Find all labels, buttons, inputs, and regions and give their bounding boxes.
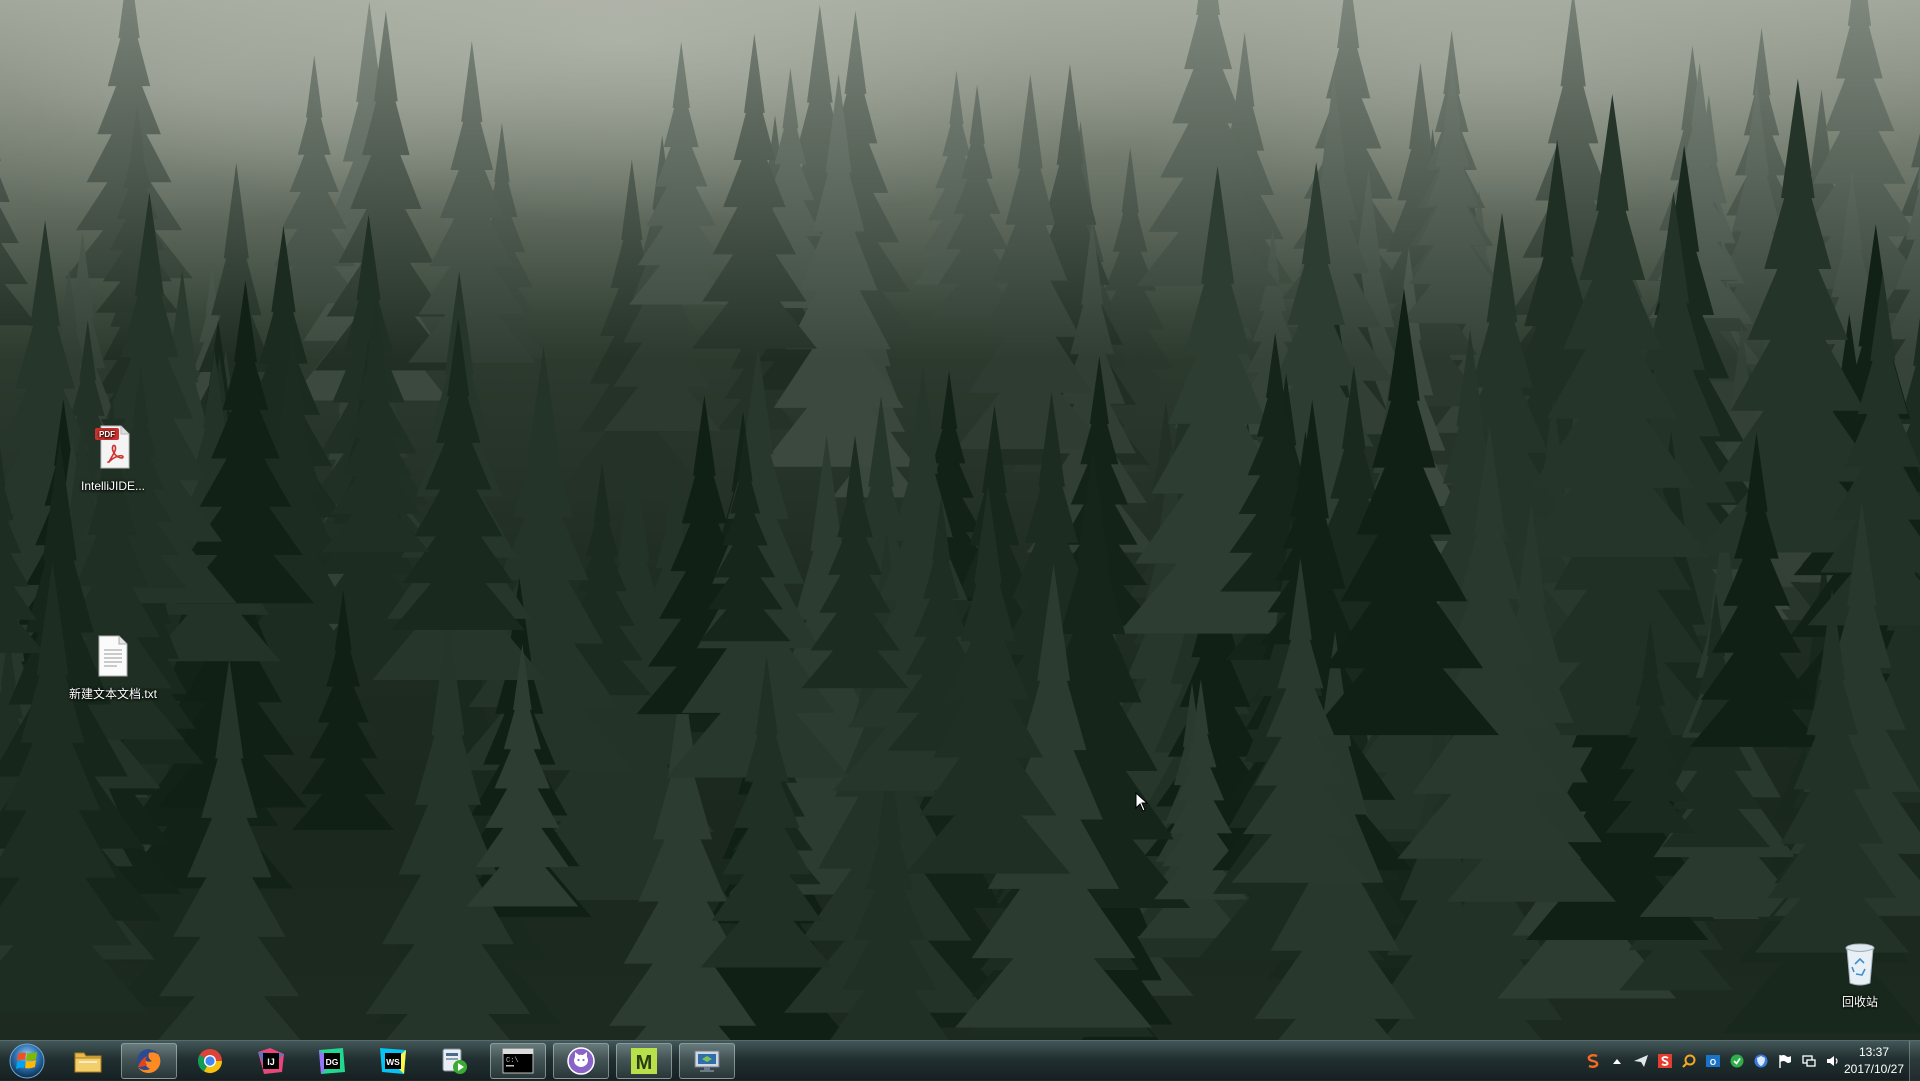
taskbar-intellij-idea[interactable]: IJ <box>243 1043 299 1079</box>
taskbar-clock[interactable]: 13:37 2017/10/27 <box>1842 1044 1906 1078</box>
taskbar-remote-desktop[interactable] <box>679 1043 735 1079</box>
text-file-icon <box>68 634 158 682</box>
clock-time: 13:37 <box>1858 1045 1890 1059</box>
mouse-cursor-icon <box>1135 791 1149 817</box>
m-icon: M <box>631 1048 657 1074</box>
remote-desktop-icon <box>694 1050 720 1072</box>
desktop-wallpaper <box>0 0 1920 1040</box>
forest-wallpaper-image <box>0 0 1920 1040</box>
svg-text:WS: WS <box>386 1057 400 1067</box>
firefox-icon <box>137 1049 161 1073</box>
terminal-icon: C:\ <box>502 1048 534 1074</box>
send-icon[interactable] <box>1632 1052 1650 1070</box>
s-app-icon[interactable] <box>1656 1052 1674 1070</box>
intellij-icon: IJ <box>258 1048 284 1074</box>
datagrip-icon: DG <box>319 1048 345 1074</box>
action-center-flag-icon[interactable] <box>1776 1052 1794 1070</box>
clock-date: 2017/10/27 <box>1843 1062 1905 1076</box>
svg-text:DG: DG <box>326 1057 339 1067</box>
sogou-ime-icon[interactable] <box>1584 1052 1602 1070</box>
taskbar-firefox[interactable] <box>121 1043 177 1079</box>
desktop-icon-pdf[interactable]: PDF IntelliJIDE... <box>68 424 158 494</box>
taskbar-datagrip[interactable]: DG <box>304 1043 360 1079</box>
svg-text:C:\: C:\ <box>506 1057 519 1065</box>
windows-orb-icon <box>9 1043 45 1079</box>
svg-text:IJ: IJ <box>267 1057 275 1067</box>
desktop-icon-label: 回收站 <box>1841 995 1878 1009</box>
taskbar-file-explorer[interactable] <box>60 1043 116 1079</box>
pdf-file-icon: PDF <box>68 424 158 474</box>
shield-icon[interactable] <box>1752 1052 1770 1070</box>
taskbar-webstorm[interactable]: WS <box>365 1043 421 1079</box>
svg-text:PDF: PDF <box>99 430 115 439</box>
taskbar-monitor-app[interactable]: M <box>616 1043 672 1079</box>
show-desktop-button[interactable] <box>1909 1041 1920 1081</box>
volume-icon[interactable] <box>1824 1052 1842 1070</box>
taskbar-command-prompt[interactable]: C:\ <box>490 1043 546 1079</box>
system-tray: O <box>1584 1041 1842 1081</box>
cat-icon <box>567 1047 595 1075</box>
recycle-bin-icon <box>1815 942 1905 990</box>
green-app-icon[interactable] <box>1728 1052 1746 1070</box>
svg-text:M: M <box>636 1052 653 1074</box>
desktop-icon-recycle-bin[interactable]: 回收站 <box>1815 942 1905 1010</box>
folder-icon <box>74 1052 102 1073</box>
start-button[interactable] <box>4 1042 50 1080</box>
taskbar-chrome[interactable] <box>182 1043 238 1079</box>
chrome-icon <box>197 1049 222 1074</box>
webstorm-icon: WS <box>380 1048 406 1074</box>
network-icon[interactable] <box>1800 1052 1818 1070</box>
svg-text:O: O <box>1710 1058 1716 1067</box>
taskbar-media-player[interactable] <box>426 1043 482 1079</box>
search-tray-icon[interactable] <box>1680 1052 1698 1070</box>
outlook-icon[interactable]: O <box>1704 1052 1722 1070</box>
taskbar: IJ DG WS C:\ M O 13:37 2017/10/27 <box>0 1040 1920 1081</box>
media-player-icon <box>442 1048 467 1074</box>
desktop-icon-label: IntelliJIDE... <box>80 479 146 493</box>
show-hidden-icons-icon[interactable] <box>1608 1052 1626 1070</box>
desktop-icon-label: 新建文本文档.txt <box>68 687 157 701</box>
taskbar-github-desktop[interactable] <box>553 1043 609 1079</box>
desktop-icon-text-file[interactable]: 新建文本文档.txt <box>68 634 158 702</box>
